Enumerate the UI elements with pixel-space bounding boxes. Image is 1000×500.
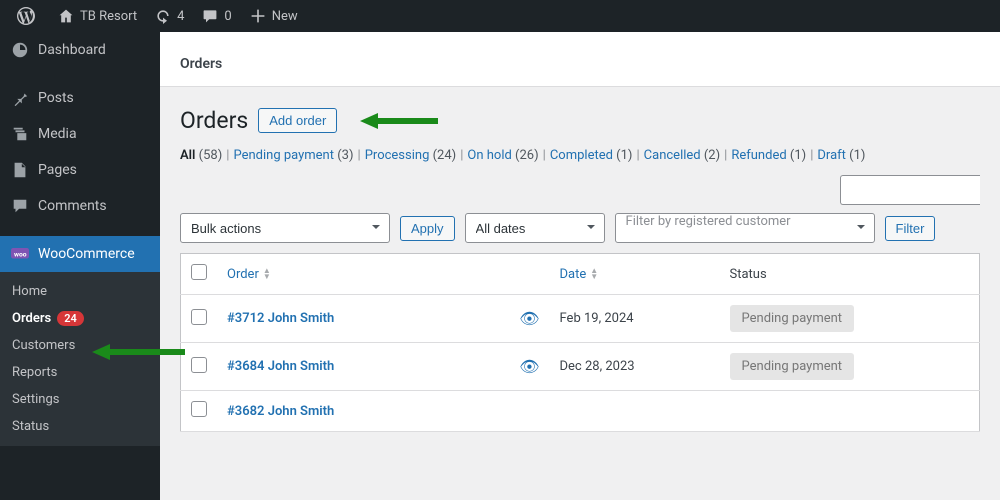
order-link[interactable]: #3684 John Smith: [227, 359, 334, 374]
sort-icon: ▲▼: [590, 268, 598, 280]
sidebar-item-pages[interactable]: Pages: [0, 152, 160, 188]
table-row: #3684 John Smith 👁 Dec 28, 2023 Pending …: [181, 343, 980, 391]
wordpress-icon: [16, 6, 36, 26]
filter-pending[interactable]: Pending payment: [233, 148, 334, 163]
order-date: Feb 19, 2024: [550, 295, 720, 343]
sidebar-label: Dashboard: [38, 42, 106, 58]
updates-count: 4: [177, 9, 184, 24]
filter-refunded[interactable]: Refunded: [731, 148, 786, 163]
sidebar-label: Comments: [38, 198, 107, 214]
sidebar-label: Media: [38, 126, 77, 142]
media-icon: [10, 124, 30, 144]
add-order-button[interactable]: Add order: [258, 108, 337, 133]
status-chip[interactable]: Pending payment: [730, 353, 855, 380]
new-content-link[interactable]: New: [240, 0, 306, 32]
search-input[interactable]: [840, 175, 980, 205]
submenu-status[interactable]: Status: [0, 413, 160, 440]
sidebar-item-comments[interactable]: Comments: [0, 188, 160, 224]
sort-icon: ▲▼: [263, 268, 271, 280]
site-name: TB Resort: [80, 9, 137, 24]
content-area: Orders Orders Add order All (58) | Pendi…: [160, 32, 1000, 500]
comments-count: 0: [224, 9, 231, 24]
col-date[interactable]: Date ▲▼: [560, 267, 599, 282]
col-order[interactable]: Order ▲▼: [227, 267, 271, 282]
filter-cancelled[interactable]: Cancelled: [644, 148, 701, 163]
row-checkbox[interactable]: [191, 309, 207, 325]
submenu-settings[interactable]: Settings: [0, 386, 160, 413]
sidebar-item-woocommerce[interactable]: woo WooCommerce: [0, 236, 160, 272]
apply-button[interactable]: Apply: [400, 216, 455, 241]
eye-icon[interactable]: 👁: [519, 357, 539, 376]
home-icon: [56, 6, 76, 26]
comments-link[interactable]: 0: [192, 0, 239, 32]
dates-select[interactable]: All dates: [465, 213, 605, 243]
sidebar-label: WooCommerce: [38, 246, 135, 262]
row-checkbox[interactable]: [191, 357, 207, 373]
site-home-link[interactable]: TB Resort: [48, 0, 145, 32]
admin-sidebar: Dashboard Posts Media Pages Comments: [0, 32, 160, 500]
filter-onhold[interactable]: On hold: [467, 148, 511, 163]
annotation-arrow: [92, 340, 187, 364]
table-row: #3712 John Smith 👁 Feb 19, 2024 Pending …: [181, 295, 980, 343]
order-date: Dec 28, 2023: [550, 343, 720, 391]
woo-icon: woo: [10, 244, 30, 264]
new-label: New: [272, 9, 298, 24]
filter-processing[interactable]: Processing: [365, 148, 430, 163]
updates-link[interactable]: 4: [145, 0, 192, 32]
order-link[interactable]: #3712 John Smith: [227, 311, 334, 326]
order-link[interactable]: #3682 John Smith: [227, 404, 334, 419]
comment-icon: [200, 6, 220, 26]
plus-icon: [248, 6, 268, 26]
submenu-orders[interactable]: Orders 24: [0, 305, 160, 332]
select-all-checkbox[interactable]: [191, 264, 207, 280]
submenu-home[interactable]: Home: [0, 278, 160, 305]
sidebar-item-dashboard[interactable]: Dashboard: [0, 32, 160, 68]
sidebar-item-posts[interactable]: Posts: [0, 80, 160, 116]
sidebar-label: Posts: [38, 90, 74, 106]
page-icon: [10, 160, 30, 180]
sidebar-item-media[interactable]: Media: [0, 116, 160, 152]
filter-button[interactable]: Filter: [885, 216, 936, 241]
col-status: Status: [720, 254, 980, 295]
refresh-icon: [153, 6, 173, 26]
comment-icon: [10, 196, 30, 216]
eye-icon[interactable]: 👁: [519, 309, 539, 328]
filter-all[interactable]: All: [180, 148, 195, 163]
svg-text:woo: woo: [14, 250, 27, 258]
sidebar-label: Pages: [38, 162, 77, 178]
status-filter-links: All (58) | Pending payment (3) | Process…: [180, 148, 980, 163]
page-header-strip: Orders: [160, 32, 1000, 87]
customer-filter-select[interactable]: Filter by registered customer: [615, 213, 875, 243]
filter-draft[interactable]: Draft: [817, 148, 846, 163]
annotation-arrow: [360, 109, 440, 133]
orders-table: Order ▲▼ Date ▲▼ Status #3712 John Smith…: [180, 253, 980, 432]
orders-badge: 24: [57, 311, 84, 326]
pin-icon: [10, 88, 30, 108]
status-chip[interactable]: Pending payment: [730, 305, 855, 332]
page-title: Orders: [180, 107, 248, 134]
wp-logo[interactable]: [8, 0, 48, 32]
row-checkbox[interactable]: [191, 401, 207, 417]
bulk-actions-select[interactable]: Bulk actions: [180, 213, 390, 243]
filter-completed[interactable]: Completed: [550, 148, 613, 163]
table-row: #3682 John Smith: [181, 391, 980, 432]
admin-bar: TB Resort 4 0 New: [0, 0, 1000, 32]
dashboard-icon: [10, 40, 30, 60]
